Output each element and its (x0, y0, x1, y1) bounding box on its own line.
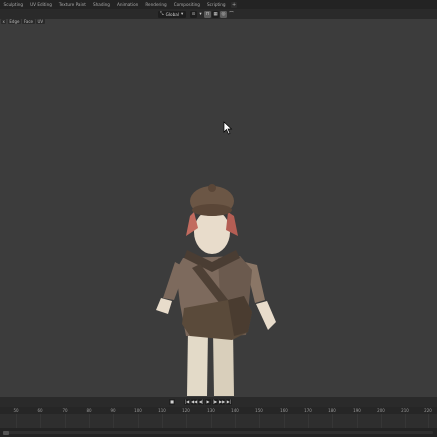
select-mode-uv[interactable]: UV (36, 19, 45, 24)
right-hand (256, 301, 276, 330)
hat-brim (192, 204, 232, 216)
frame-tick: 140 (231, 407, 239, 413)
grid-line (138, 414, 139, 428)
viewport-header: ⤡ Global ▾ ⊙ ▾ ⊓ ▦ ◎ ⌒ (0, 9, 437, 19)
snap-toggle[interactable]: ⊓ (204, 10, 211, 18)
jump-end-button[interactable]: ▶| (226, 399, 232, 405)
grid-line (405, 414, 406, 428)
character-model (156, 184, 276, 396)
magnet-icon: ⊓ (205, 11, 210, 17)
transform-orientation-dropdown[interactable]: ⤡ Global ▾ (158, 10, 186, 18)
frame-tick: 120 (182, 407, 190, 413)
transform-icon: ⤡ (160, 12, 164, 17)
tab-uv-editing[interactable]: UV Editing (27, 0, 56, 9)
timeline-scrollbar[interactable] (3, 431, 433, 434)
proportional-edit-icon: ◎ (221, 11, 226, 17)
select-mode-x[interactable]: x (1, 19, 7, 24)
frame-tick: 70 (62, 407, 68, 413)
left-hand (156, 298, 172, 314)
tab-compositing[interactable]: Compositing (170, 0, 203, 9)
3d-viewport[interactable] (0, 25, 437, 397)
grid-line (186, 414, 187, 428)
frame-tick: 60 (37, 407, 43, 413)
mouse-cursor-icon (223, 121, 233, 135)
frame-tick: 220 (424, 407, 432, 413)
right-leg (213, 330, 234, 396)
grid-line (113, 414, 114, 428)
snap-dropdown[interactable]: ▾ (197, 10, 204, 18)
stop-button[interactable]: ■ (169, 399, 175, 405)
step-forward-button[interactable]: |▶ (212, 399, 218, 405)
frame-tick: 190 (353, 407, 361, 413)
timeline-header: ■ |◀ ◀◀ ◀| ▶ |▶ ▶▶ ▶| (0, 397, 437, 407)
play-button[interactable]: ▶ (205, 399, 211, 405)
grid-line (89, 414, 90, 428)
chevron-down-icon: ▾ (180, 11, 184, 17)
proportional-edit-toggle[interactable]: ◎ (220, 10, 227, 18)
frame-tick: 90 (110, 407, 116, 413)
transform-orientation-value: Global (165, 11, 179, 17)
tab-rendering[interactable]: Rendering (142, 0, 170, 9)
tab-texture-paint[interactable]: Texture Paint (55, 0, 89, 9)
grid-line (65, 414, 66, 428)
grid-icon: ▦ (213, 11, 218, 17)
frame-tick: 210 (401, 407, 409, 413)
grid-line (40, 414, 41, 428)
left-leg (187, 330, 208, 396)
tab-animation[interactable]: Animation (113, 0, 141, 9)
frame-tick: 110 (158, 407, 166, 413)
tab-shading[interactable]: Shading (89, 0, 113, 9)
grid-line (332, 414, 333, 428)
grid-line (357, 414, 358, 428)
frame-tick: 130 (207, 407, 215, 413)
pivot-point-button[interactable]: ⊙ (190, 10, 197, 18)
snap-settings-button[interactable]: ▦ (212, 10, 219, 18)
frame-tick: 200 (377, 407, 385, 413)
add-workspace-button[interactable]: + (231, 1, 238, 8)
grid-line (259, 414, 260, 428)
frame-tick: 80 (86, 407, 92, 413)
workspace-tabs-bar: Sculpting UV Editing Texture Paint Shadi… (0, 0, 437, 9)
grid-line (284, 414, 285, 428)
hat-button (208, 184, 216, 192)
face (194, 210, 230, 254)
falloff-icon: ⌒ (229, 11, 234, 17)
jump-keyframe-forward-button[interactable]: ▶▶ (219, 399, 225, 405)
frame-tick: 150 (255, 407, 263, 413)
timeline-area[interactable] (0, 414, 437, 428)
step-back-button[interactable]: ◀| (198, 399, 204, 405)
select-mode-face[interactable]: Face (22, 19, 35, 24)
grid-line (211, 414, 212, 428)
frame-tick: 50 (13, 407, 19, 413)
scrollbar-handle[interactable] (3, 430, 9, 435)
timeline-scrollbar-region (0, 428, 437, 437)
tab-scripting[interactable]: Scripting (203, 0, 229, 9)
frame-tick: 180 (328, 407, 336, 413)
select-mode-edge[interactable]: Edge (7, 19, 21, 24)
jump-start-button[interactable]: |◀ (184, 399, 190, 405)
grid-line (162, 414, 163, 428)
grid-line (381, 414, 382, 428)
frame-tick: 100 (134, 407, 142, 413)
frame-tick: 160 (280, 407, 288, 413)
grid-line (16, 414, 17, 428)
pivot-icon: ⊙ (191, 11, 196, 17)
jump-keyframe-back-button[interactable]: ◀◀ (191, 399, 197, 405)
frame-tick: 170 (304, 407, 312, 413)
grid-line (308, 414, 309, 428)
grid-line (235, 414, 236, 428)
tab-sculpting[interactable]: Sculpting (0, 0, 27, 9)
timeline-ruler[interactable]: 50 60 70 80 90 100 110 120 130 140 150 1… (0, 407, 437, 414)
proportional-falloff-dropdown[interactable]: ⌒ (228, 10, 235, 18)
chevron-down-icon: ▾ (199, 11, 202, 17)
grid-line (428, 414, 429, 428)
